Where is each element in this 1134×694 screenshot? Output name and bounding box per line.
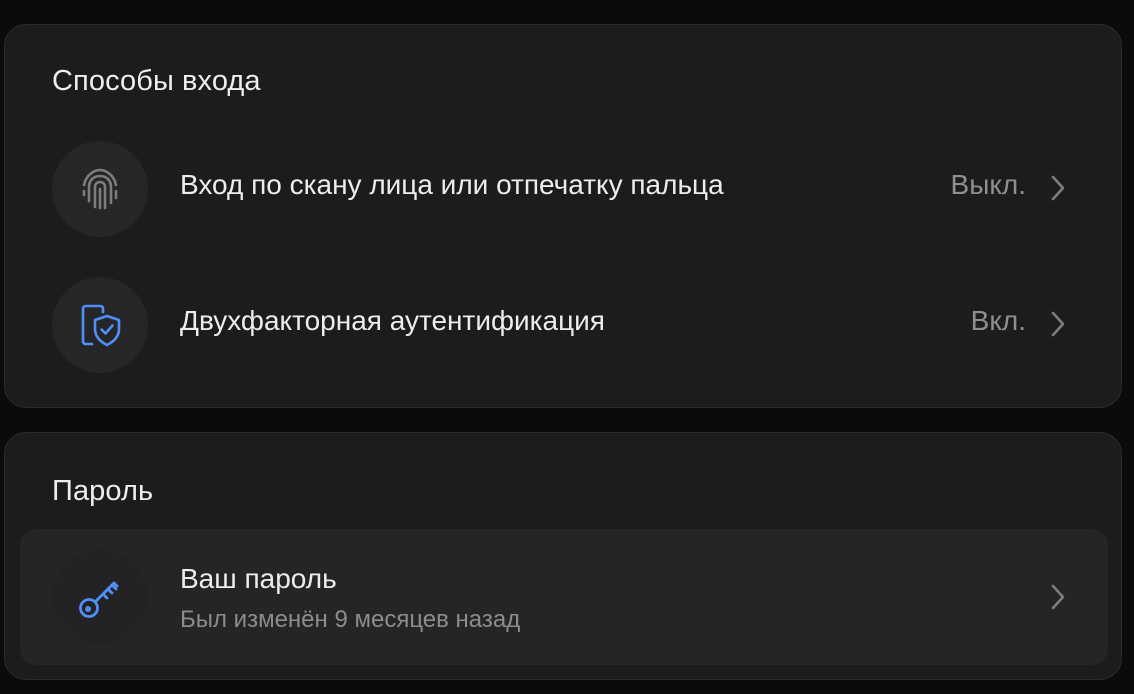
biometric-icon-container [52,141,148,237]
biometric-login-status: Выкл. [950,169,1026,200]
your-password-row[interactable]: Ваш пароль Был изменён 9 месяцев назад [20,529,1108,665]
chevron-right-icon [1051,175,1065,201]
biometric-login-row[interactable]: Вход по скану лица или отпечатку пальца … [20,121,1108,257]
key-icon [79,581,119,618]
password-card: Пароль Ваш пароль Был изменён 9 месяцев … [4,432,1122,680]
two-factor-auth-status: Вкл. [970,305,1026,336]
chevron-right-icon [1051,311,1065,337]
password-changed-subtitle: Был изменён 9 месяцев назад [180,606,521,633]
biometric-login-label: Вход по скану лица или отпечатку пальца [180,169,724,200]
two-factor-auth-label: Двухфакторная аутентификация [180,305,605,336]
fingerprint-icon [82,168,118,210]
login-methods-title: Способы входа [52,65,261,97]
two-factor-icon-container [52,277,148,373]
password-section-title: Пароль [52,475,154,507]
shield-check-icon [81,304,121,347]
your-password-label: Ваш пароль [180,563,337,594]
login-methods-card: Способы входа Вход по скану лица или отп… [4,24,1122,408]
two-factor-auth-row[interactable]: Двухфакторная аутентификация Вкл. [20,257,1108,393]
password-icon-container [52,549,148,645]
chevron-right-icon [1051,584,1065,610]
